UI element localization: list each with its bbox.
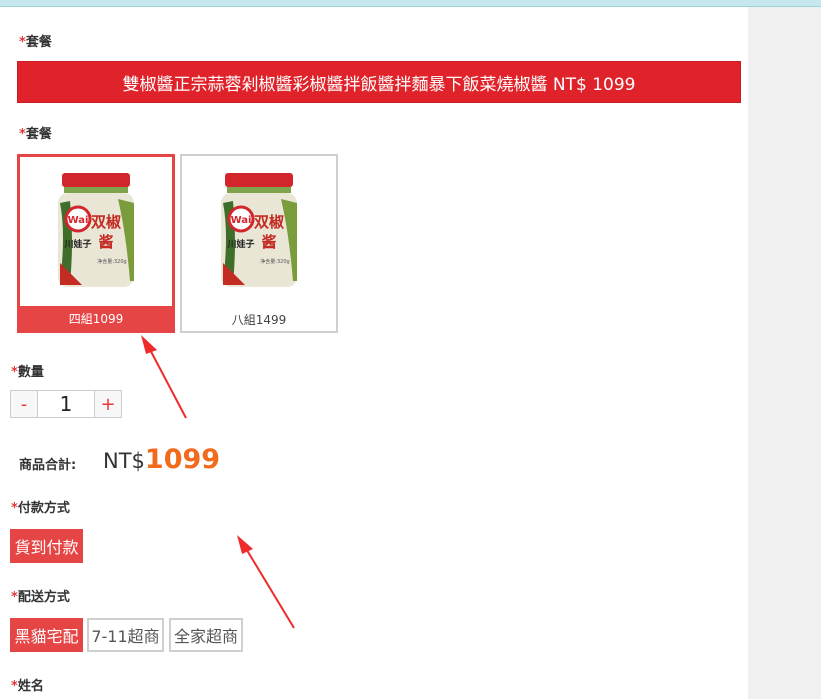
svg-text:净含量:320g: 净含量:320g [97, 258, 126, 265]
package-banner[interactable]: 雙椒醬正宗蒜蓉剁椒醬彩椒醬拌飯醬拌麵暴下飯菜燒椒醬 NT$ 1099 [17, 61, 741, 103]
svg-text:酱: 酱 [98, 233, 113, 251]
package-label: *套餐 [19, 35, 52, 50]
option-caption: 四組1099 [20, 306, 172, 330]
payment-option-cod[interactable]: 貨到付款 [10, 529, 83, 563]
option-caption: 八組1499 [182, 307, 336, 331]
package-option-eight-sets[interactable]: Wai 双椒 酱 川娃子 净含量:320g 八組1499 [180, 154, 338, 333]
svg-text:Wai: Wai [68, 215, 89, 226]
shipping-option-black-cat[interactable]: 黑貓宅配 [10, 618, 83, 652]
svg-text:川娃子: 川娃子 [63, 238, 91, 250]
product-image: Wai 双椒 酱 川娃子 净含量:320g [20, 157, 172, 306]
side-margin [748, 7, 821, 699]
svg-text:川娃子: 川娃子 [226, 238, 254, 250]
total-price: NT$ 1099 [103, 444, 220, 475]
total-amount: 1099 [144, 444, 221, 475]
package-options-label: *套餐 [19, 127, 52, 142]
svg-text:酱: 酱 [261, 233, 276, 251]
top-bar [0, 0, 821, 7]
quantity-label: *數量 [11, 365, 44, 380]
product-image: Wai 双椒 酱 川娃子 净含量:320g [182, 156, 336, 307]
svg-text:双椒: 双椒 [254, 213, 285, 231]
shipping-option-seven-eleven[interactable]: 7-11超商 [87, 618, 164, 652]
shipping-option-family-mart[interactable]: 全家超商 [169, 618, 243, 652]
svg-text:Wai: Wai [231, 215, 252, 226]
increase-button[interactable]: + [94, 390, 122, 418]
required-mark: * [19, 35, 26, 50]
arrow-icon [141, 335, 187, 419]
quantity-stepper: - 1 + [10, 390, 122, 418]
decrease-button[interactable]: - [10, 390, 38, 418]
total-label: 商品合計: [19, 458, 77, 473]
quantity-input[interactable]: 1 [38, 390, 94, 418]
total-currency: NT$ [103, 449, 145, 473]
payment-label: *付款方式 [11, 501, 70, 516]
svg-text:双椒: 双椒 [91, 213, 122, 231]
package-option-four-sets[interactable]: Wai 双椒 酱 川娃子 净含量:320g 四組1099 [17, 154, 175, 333]
sauce-jar-image: Wai 双椒 酱 川娃子 净含量:320g [58, 172, 134, 287]
arrow-icon [237, 535, 295, 629]
sauce-jar-image: Wai 双椒 酱 川娃子 净含量:320g [221, 172, 297, 287]
svg-text:净含量:320g: 净含量:320g [260, 258, 289, 265]
name-label: *姓名 [11, 679, 44, 694]
shipping-label: *配送方式 [11, 590, 70, 605]
annotation-arrows [141, 335, 295, 629]
